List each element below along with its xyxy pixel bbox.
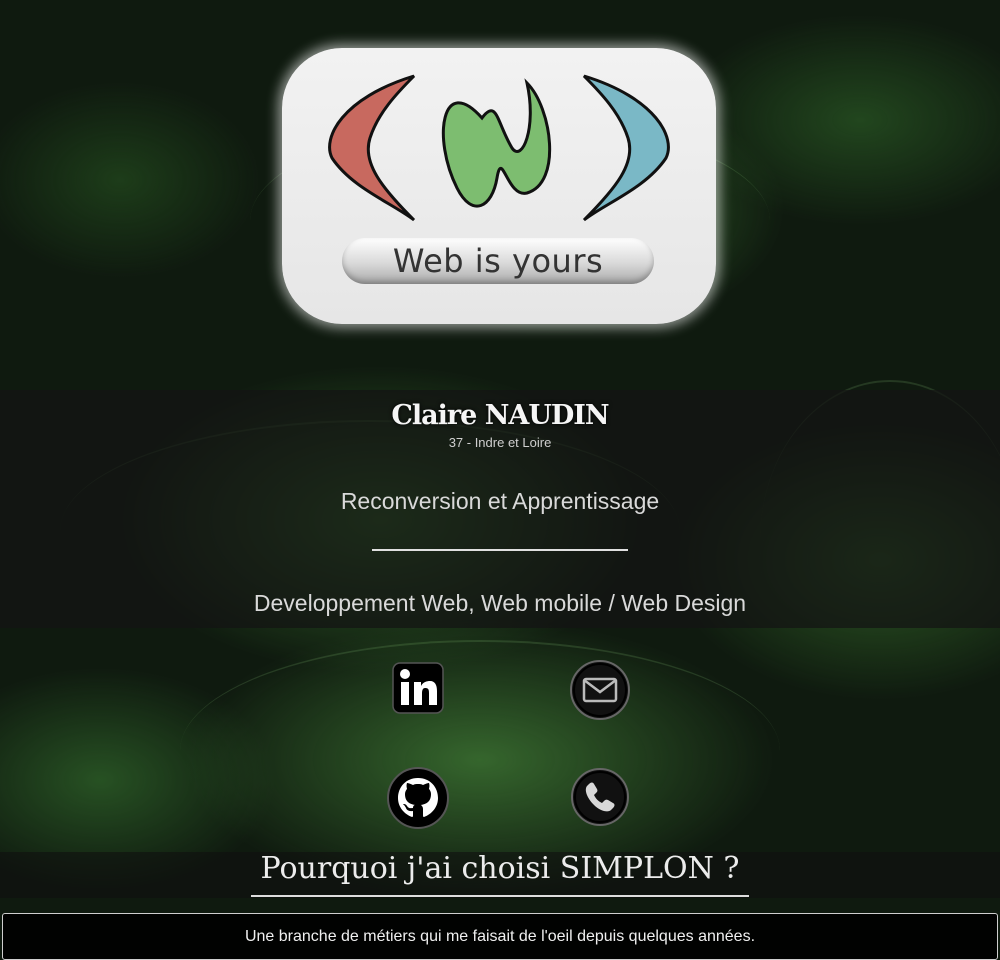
section-text: Une branche de métiers qui me faisait de… bbox=[244, 928, 756, 945]
profile-subtitle: Reconversion et Apprentissage bbox=[340, 488, 660, 514]
section-title: Pourquoi j'ai choisi SIMPLON ? bbox=[260, 851, 740, 886]
phone-icon bbox=[571, 768, 629, 826]
email-link[interactable] bbox=[569, 659, 631, 721]
github-link[interactable] bbox=[386, 766, 450, 830]
logo-tagline: Web is yours bbox=[392, 242, 604, 280]
phone-link[interactable] bbox=[570, 767, 630, 827]
site-logo: Web is yours bbox=[282, 48, 716, 324]
profile-name: Claire NAUDIN bbox=[391, 400, 609, 431]
profile-specialty: Developpement Web, Web mobile / Web Desi… bbox=[253, 590, 747, 616]
linkedin-icon bbox=[392, 662, 444, 714]
linkedin-link[interactable] bbox=[392, 662, 444, 714]
section-title-underline bbox=[251, 895, 749, 897]
profile-location: 37 - Indre et Loire bbox=[448, 435, 552, 450]
logo-tagline-pill: Web is yours bbox=[342, 238, 654, 284]
background-leaf-vein bbox=[180, 640, 780, 862]
github-icon bbox=[387, 767, 449, 829]
mail-icon bbox=[570, 660, 630, 720]
logo-emblem bbox=[328, 74, 670, 222]
divider bbox=[372, 549, 628, 551]
